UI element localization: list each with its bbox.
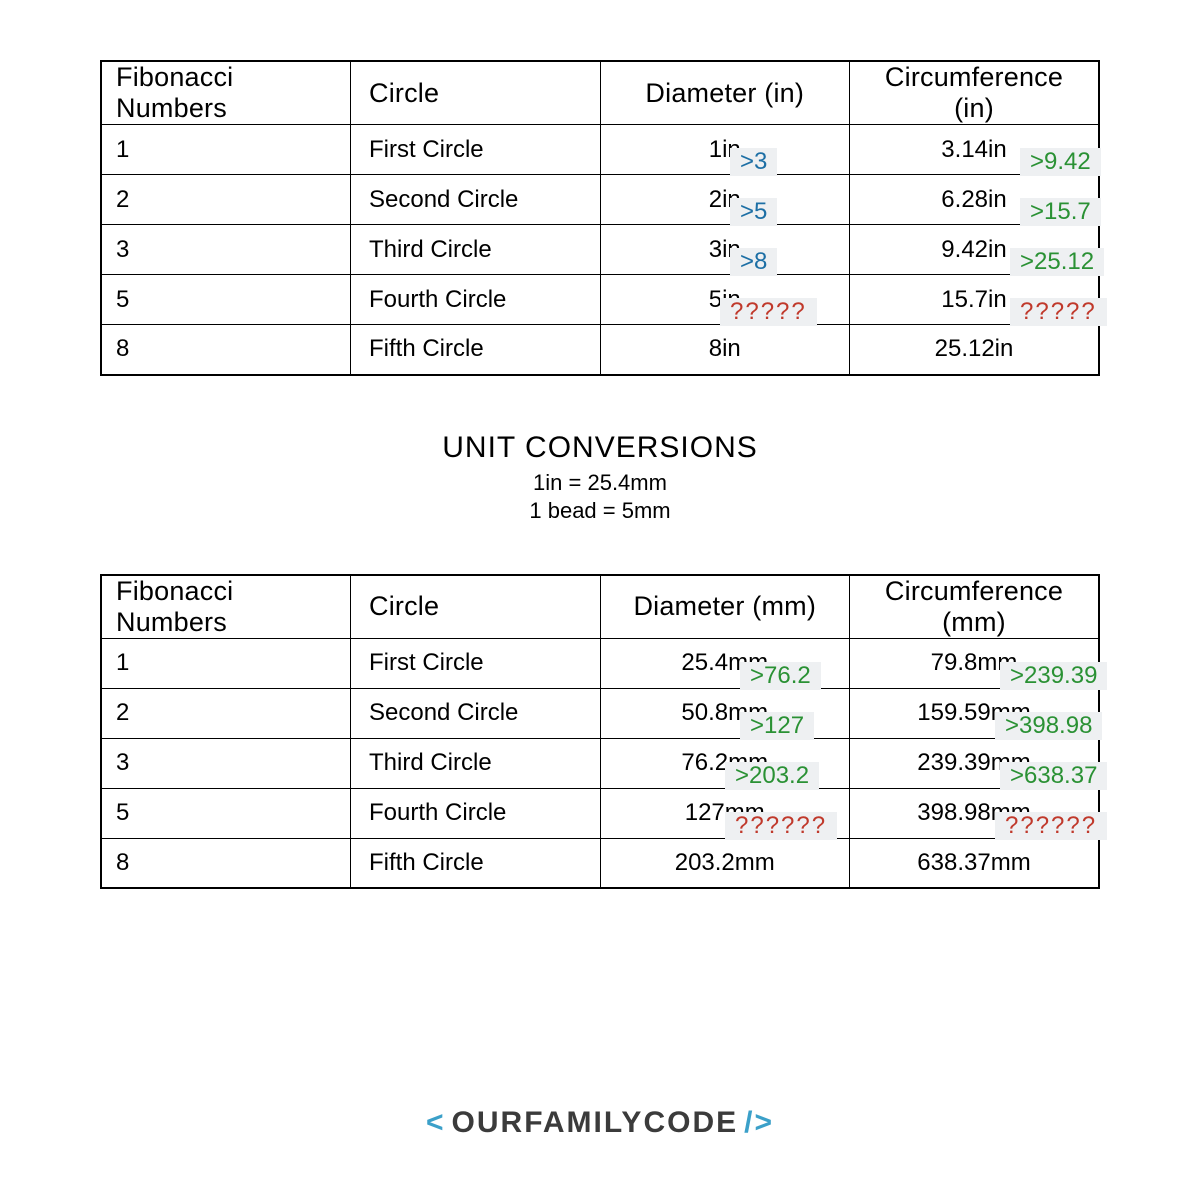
anno-dia-unknown: ?????? (725, 812, 837, 840)
anno-circ-unknown: ????? (1010, 298, 1107, 326)
table-row: 1 First Circle 1in 3.14in (101, 125, 1099, 175)
cell-fib: 2 (101, 688, 351, 738)
cell-fib: 2 (101, 175, 351, 225)
anno-circ-sum: >239.39 (1000, 662, 1107, 690)
cell-circle: Fifth Circle (351, 325, 601, 375)
cell-circle: Fourth Circle (351, 275, 601, 325)
table-row: 2 Second Circle 50.8mm 159.59mm (101, 688, 1099, 738)
cell-circle: Third Circle (351, 738, 601, 788)
cell-dia: 1in (600, 125, 850, 175)
cell-circle: First Circle (351, 125, 601, 175)
anno-circ-sum: >15.7 (1020, 198, 1101, 226)
cell-dia: 8in (600, 325, 850, 375)
unit-line: 1 bead = 5mm (100, 497, 1100, 526)
anno-dia-sum: >127 (740, 712, 814, 740)
table-header-row: Fibonacci Numbers Circle Diameter (in) C… (101, 61, 1099, 125)
table-header-row: Fibonacci Numbers Circle Diameter (mm) C… (101, 575, 1099, 639)
cell-circle: First Circle (351, 638, 601, 688)
angle-close-icon: /> (738, 1106, 780, 1139)
th-circ: Circumference (in) (850, 61, 1100, 125)
cell-fib: 1 (101, 638, 351, 688)
table-row: 5 Fourth Circle 127mm 398.98mm (101, 788, 1099, 838)
anno-circ-sum: >25.12 (1010, 248, 1104, 276)
cell-circ: 638.37mm (850, 838, 1100, 888)
table-row: 3 Third Circle 3in 9.42in (101, 225, 1099, 275)
cell-fib: 3 (101, 738, 351, 788)
table-row: 2 Second Circle 2in 6.28in (101, 175, 1099, 225)
anno-dia-sum: >203.2 (725, 762, 819, 790)
cell-circle: Fourth Circle (351, 788, 601, 838)
table-row: 5 Fourth Circle 5in 15.7in (101, 275, 1099, 325)
cell-fib: 1 (101, 125, 351, 175)
th-circle: Circle (351, 61, 601, 125)
anno-dia-sum: >8 (730, 248, 777, 276)
table-row: 8 Fifth Circle 203.2mm 638.37mm (101, 838, 1099, 888)
th-dia: Diameter (in) (600, 61, 850, 125)
anno-dia-sum: >5 (730, 198, 777, 226)
table-inches-wrap: Fibonacci Numbers Circle Diameter (in) C… (100, 60, 1100, 376)
unit-title: Unit Conversions (100, 431, 1100, 465)
cell-circle: Third Circle (351, 225, 601, 275)
cell-dia: 2in (600, 175, 850, 225)
anno-circ-sum: >398.98 (995, 712, 1102, 740)
cell-fib: 8 (101, 838, 351, 888)
cell-fib: 5 (101, 275, 351, 325)
anno-circ-sum: >638.37 (1000, 762, 1107, 790)
th-dia: Diameter (mm) (600, 575, 850, 639)
unit-line: 1in = 25.4mm (100, 469, 1100, 498)
th-circle: Circle (351, 575, 601, 639)
cell-fib: 5 (101, 788, 351, 838)
anno-dia-unknown: ????? (720, 298, 817, 326)
angle-open-icon: < (420, 1106, 452, 1139)
th-fib: Fibonacci Numbers (101, 575, 351, 639)
cell-dia: 203.2mm (600, 838, 850, 888)
table-row: 1 First Circle 25.4mm 79.8mm (101, 638, 1099, 688)
cell-circle: Second Circle (351, 175, 601, 225)
th-circ: Circumference (mm) (850, 575, 1100, 639)
th-fib: Fibonacci Numbers (101, 61, 351, 125)
table-row: 8 Fifth Circle 8in 25.12in (101, 325, 1099, 375)
cell-circ: 25.12in (850, 325, 1100, 375)
table-inches: Fibonacci Numbers Circle Diameter (in) C… (100, 60, 1100, 376)
site-logo: <OURFAMILYCODE/> (0, 1106, 1200, 1140)
cell-circle: Second Circle (351, 688, 601, 738)
cell-fib: 3 (101, 225, 351, 275)
anno-dia-sum: >76.2 (740, 662, 821, 690)
table-row: 3 Third Circle 76.2mm 239.39mm (101, 738, 1099, 788)
cell-circle: Fifth Circle (351, 838, 601, 888)
anno-circ-sum: >9.42 (1020, 148, 1101, 176)
cell-dia: 3in (600, 225, 850, 275)
anno-dia-sum: >3 (730, 148, 777, 176)
logo-text: OURFAMILYCODE (452, 1106, 739, 1139)
unit-conversions: Unit Conversions 1in = 25.4mm 1 bead = 5… (100, 431, 1100, 526)
cell-fib: 8 (101, 325, 351, 375)
anno-circ-unknown: ?????? (995, 812, 1107, 840)
table-mm-wrap: Fibonacci Numbers Circle Diameter (mm) C… (100, 574, 1100, 890)
table-mm: Fibonacci Numbers Circle Diameter (mm) C… (100, 574, 1100, 890)
